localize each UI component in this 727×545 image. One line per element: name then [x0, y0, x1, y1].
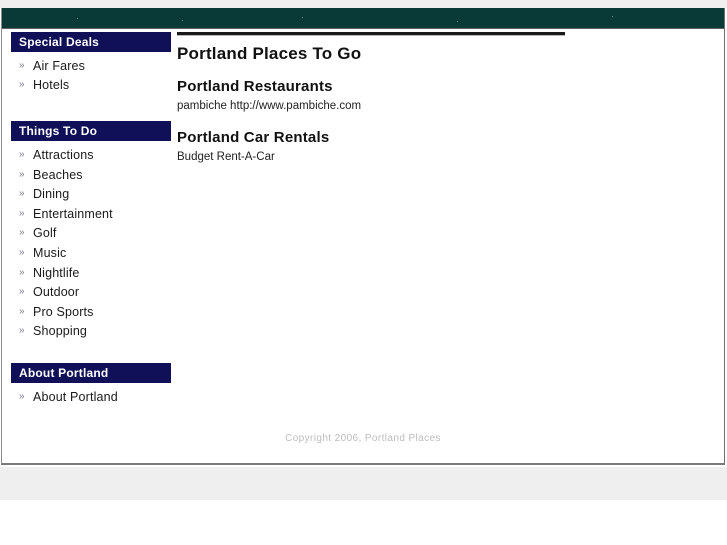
sidebar-item-dining[interactable]: » Dining	[11, 184, 171, 204]
sidebar-link-nightlife[interactable]: Nightlife	[33, 266, 80, 280]
page-top-margin	[0, 0, 727, 8]
chevron-right-icon: »	[19, 390, 25, 402]
sidebar-block-things-to-do: Things To Do » Attractions » Beaches » D…	[11, 121, 171, 341]
sidebar-block-about-portland: About Portland » About Portland	[11, 363, 171, 407]
sidebar-link-outdoor[interactable]: Outdoor	[33, 285, 79, 299]
section-portland-car-rentals: Portland Car Rentals Budget Rent-A-Car	[177, 129, 577, 164]
chevron-right-icon: »	[19, 325, 25, 337]
browser-viewport: Special Deals » Air Fares » Hotels Thing…	[0, 0, 727, 545]
main-content: Portland Places To Go Portland Restauran…	[177, 32, 577, 180]
sidebar-list-special-deals: » Air Fares » Hotels	[11, 56, 171, 95]
sidebar-link-hotels[interactable]: Hotels	[33, 78, 69, 92]
sidebar-link-music[interactable]: Music	[33, 246, 66, 260]
sidebar-item-golf[interactable]: » Golf	[11, 224, 171, 244]
section-heading-car-rentals: Portland Car Rentals	[177, 129, 330, 146]
chevron-right-icon: »	[19, 148, 25, 160]
sidebar-item-shopping[interactable]: » Shopping	[11, 322, 171, 342]
sidebar-link-shopping[interactable]: Shopping	[33, 324, 87, 338]
listing-entry-pambiche[interactable]: pambiche http://www.pambiche.com	[177, 99, 577, 113]
content-divider	[177, 32, 565, 36]
sidebar-item-outdoor[interactable]: » Outdoor	[11, 282, 171, 302]
sidebar-link-entertainment[interactable]: Entertainment	[33, 207, 113, 221]
sidebar-link-dining[interactable]: Dining	[33, 187, 69, 201]
sidebar-item-about-portland[interactable]: » About Portland	[11, 387, 171, 407]
masthead-speck	[182, 20, 183, 21]
sidebar-item-beaches[interactable]: » Beaches	[11, 165, 171, 185]
site-page-container: Special Deals » Air Fares » Hotels Thing…	[1, 8, 725, 465]
sidebar-link-golf[interactable]: Golf	[33, 226, 57, 240]
masthead-speck	[302, 17, 303, 18]
sidebar: Special Deals » Air Fares » Hotels Thing…	[11, 32, 171, 407]
sidebar-item-entertainment[interactable]: » Entertainment	[11, 204, 171, 224]
sidebar-link-beaches[interactable]: Beaches	[33, 168, 83, 182]
chevron-right-icon: »	[19, 246, 25, 258]
chevron-right-icon: »	[19, 207, 25, 219]
sidebar-link-pro-sports[interactable]: Pro Sports	[33, 305, 94, 319]
masthead-speck	[612, 16, 613, 17]
chevron-right-icon: »	[19, 79, 25, 91]
chevron-right-icon: »	[19, 59, 25, 71]
sidebar-link-air-fares[interactable]: Air Fares	[33, 59, 85, 73]
page-title: Portland Places To Go	[177, 44, 362, 63]
sidebar-item-attractions[interactable]: » Attractions	[11, 145, 171, 165]
sidebar-list-things-to-do: » Attractions » Beaches » Dining » Enter…	[11, 145, 171, 341]
page-outer-background	[0, 500, 727, 545]
sidebar-item-air-fares[interactable]: » Air Fares	[11, 56, 171, 76]
sidebar-link-attractions[interactable]: Attractions	[33, 148, 94, 162]
chevron-right-icon: »	[19, 188, 25, 200]
chevron-right-icon: »	[19, 227, 25, 239]
section-heading-restaurants: Portland Restaurants	[177, 78, 333, 95]
sidebar-list-about-portland: » About Portland	[11, 387, 171, 407]
sidebar-item-nightlife[interactable]: » Nightlife	[11, 263, 171, 283]
masthead-speck	[457, 21, 458, 22]
chevron-right-icon: »	[19, 266, 25, 278]
sidebar-heading-about-portland: About Portland	[11, 363, 171, 384]
listing-entry-budget-rent-a-car[interactable]: Budget Rent-A-Car	[177, 150, 577, 164]
masthead-speck	[77, 18, 78, 19]
page-bottom-band	[0, 467, 727, 500]
sidebar-block-special-deals: Special Deals » Air Fares » Hotels	[11, 32, 171, 95]
site-masthead	[2, 8, 724, 29]
sidebar-link-about-portland[interactable]: About Portland	[33, 390, 118, 404]
footer-copyright: Copyright 2006, Portland Places	[285, 433, 441, 444]
sidebar-heading-things-to-do: Things To Do	[11, 121, 171, 142]
section-portland-restaurants: Portland Restaurants pambiche http://www…	[177, 78, 577, 113]
chevron-right-icon: »	[19, 286, 25, 298]
sidebar-item-music[interactable]: » Music	[11, 243, 171, 263]
sidebar-item-pro-sports[interactable]: » Pro Sports	[11, 302, 171, 322]
sidebar-item-hotels[interactable]: » Hotels	[11, 76, 171, 96]
chevron-right-icon: »	[19, 305, 25, 317]
sidebar-heading-special-deals: Special Deals	[11, 32, 171, 52]
chevron-right-icon: »	[19, 168, 25, 180]
